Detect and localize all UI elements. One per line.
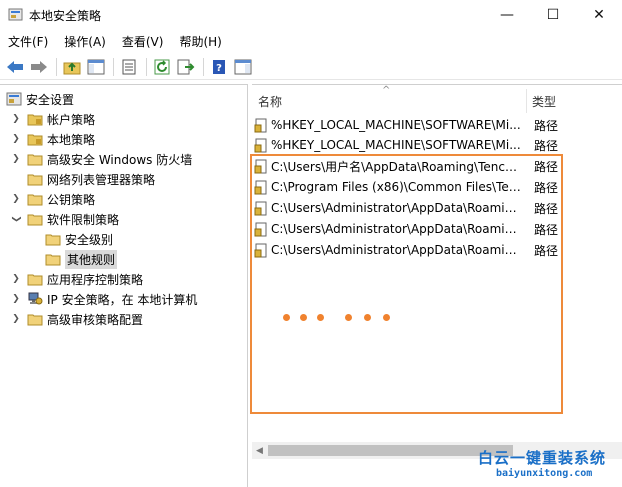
maximize-button[interactable]: ☐ (530, 0, 576, 30)
watermark-url: baiyunxitong.com (496, 468, 593, 479)
folder-icon (27, 314, 43, 326)
tree-label: 公钥策略 (47, 192, 96, 207)
list-item[interactable]: %HKEY_LOCAL_MACHINE\SOFTWARE\Mi... 路径 (254, 135, 594, 155)
tree-label: 本地策略 (47, 132, 96, 147)
tree-item-public-key[interactable]: ❯ 公钥策略 (10, 189, 95, 209)
tree-item-additional-rules[interactable]: 其他规则 (45, 249, 118, 269)
properties-icon[interactable] (118, 56, 140, 78)
toolbar-separator (203, 57, 204, 76)
annotation-dot (317, 314, 324, 321)
tree-item-advanced-audit[interactable]: ❯ 高级审核策略配置 (10, 309, 143, 329)
annotation-dot (283, 314, 290, 321)
menu-file[interactable]: 文件(F) (8, 33, 48, 50)
tree-label: 安全级别 (65, 232, 114, 247)
folder-icon (27, 214, 43, 226)
tree-item-app-control[interactable]: ❯ 应用程序控制策略 (10, 269, 143, 289)
toolbar-separator (56, 57, 57, 76)
tree-label: IP 安全策略，在 本地计算机 (47, 292, 198, 307)
tree-item-local-policy[interactable]: ❯ 本地策略 (10, 129, 95, 149)
security-settings-icon (6, 92, 22, 106)
tree-item-firewall[interactable]: ❯ 高级安全 Windows 防火墙 (10, 149, 192, 169)
title-bar: 本地安全策略 — ☐ ✕ (0, 0, 622, 30)
security-policy-icon (8, 8, 23, 21)
folder-icon (27, 154, 43, 166)
tree-label: 软件限制策略 (47, 212, 120, 227)
console-tree: 安全设置 ❯ 帐户策略 ❯ 本地策略 ❯ 高级安全 Windows 防火墙 网络… (0, 84, 248, 487)
path-rule-icon (254, 138, 267, 152)
forward-arrow-icon[interactable] (28, 56, 50, 78)
tree-label: 高级安全 Windows 防火墙 (47, 152, 193, 167)
tree-item-ip-security[interactable]: ❯ IP 安全策略，在 本地计算机 (10, 289, 197, 309)
toolbar-separator (146, 57, 147, 76)
locked-folder-icon (27, 134, 43, 146)
close-button[interactable]: ✕ (576, 0, 622, 30)
sort-ascending-icon: ^ (382, 85, 391, 96)
rule-path: %HKEY_LOCAL_MACHINE\SOFTWARE\Mi... (271, 138, 521, 152)
menu-action[interactable]: 操作(A) (64, 33, 106, 50)
watermark: 白云一键重装系统 baiyunxitong.com (470, 444, 620, 484)
annotation-dot (364, 314, 371, 321)
annotation-dot (300, 314, 307, 321)
scroll-left-icon[interactable]: ◀ (256, 446, 263, 456)
tree-item-software-restriction[interactable]: ❯ 软件限制策略 (10, 209, 119, 229)
folder-icon (45, 234, 61, 246)
column-header-name[interactable]: 名称 (258, 89, 282, 113)
svg-text:?: ? (216, 63, 222, 74)
folder-icon (27, 274, 43, 286)
rule-type: 路径 (534, 118, 559, 133)
toolbar-separator (113, 57, 114, 76)
menu-help[interactable]: 帮助(H) (179, 33, 221, 50)
locked-folder-icon (27, 114, 43, 126)
open-folder-icon (45, 254, 61, 266)
chevron-right-icon[interactable]: ❯ (10, 293, 22, 305)
chevron-right-icon[interactable]: ❯ (10, 113, 22, 125)
tree-label: 帐户策略 (47, 112, 96, 127)
show-tree-icon[interactable] (85, 56, 107, 78)
tree-label: 应用程序控制策略 (47, 272, 144, 287)
action-pane-icon[interactable] (232, 56, 254, 78)
toolbar: ? (0, 54, 622, 80)
tree-item-network-list[interactable]: 网络列表管理器策略 (27, 169, 155, 189)
column-divider[interactable] (526, 89, 527, 113)
minimize-button[interactable]: — (484, 0, 530, 30)
refresh-icon[interactable] (151, 56, 173, 78)
chevron-right-icon[interactable]: ❯ (10, 313, 22, 325)
help-icon[interactable]: ? (208, 56, 230, 78)
chevron-right-icon[interactable]: ❯ (10, 193, 22, 205)
annotation-dot (383, 314, 390, 321)
column-header-type[interactable]: 类型 (532, 89, 556, 113)
tree-item-account-policy[interactable]: ❯ 帐户策略 (10, 109, 95, 129)
folder-icon (27, 174, 43, 186)
tree-label: 高级审核策略配置 (47, 312, 144, 327)
annotation-dot (345, 314, 352, 321)
menu-view[interactable]: 查看(V) (122, 33, 164, 50)
export-list-icon[interactable] (175, 56, 197, 78)
folder-icon (27, 194, 43, 206)
tree-root-security-settings[interactable]: 安全设置 (6, 89, 74, 109)
tree-label: 安全设置 (26, 92, 75, 107)
annotation-highlight-box (250, 154, 563, 414)
window-title: 本地安全策略 (29, 9, 102, 23)
tree-item-security-levels[interactable]: 安全级别 (45, 229, 113, 249)
watermark-title: 白云一键重装系统 (478, 449, 607, 467)
tree-label: 网络列表管理器策略 (47, 172, 156, 187)
list-item[interactable]: %HKEY_LOCAL_MACHINE\SOFTWARE\Mi... 路径 (254, 115, 594, 135)
chevron-down-icon[interactable]: ❯ (10, 213, 22, 225)
network-security-icon (28, 292, 43, 305)
up-folder-icon[interactable] (61, 56, 83, 78)
chevron-right-icon[interactable]: ❯ (10, 153, 22, 165)
rule-path: %HKEY_LOCAL_MACHINE\SOFTWARE\Mi... (271, 118, 521, 132)
rule-type: 路径 (534, 138, 559, 153)
chevron-right-icon[interactable]: ❯ (10, 133, 22, 145)
menu-bar: 文件(F) 操作(A) 查看(V) 帮助(H) (0, 30, 622, 52)
path-rule-icon (254, 118, 267, 132)
chevron-right-icon[interactable]: ❯ (10, 273, 22, 285)
back-arrow-icon[interactable] (4, 56, 26, 78)
tree-label-selected: 其他规则 (65, 249, 118, 269)
